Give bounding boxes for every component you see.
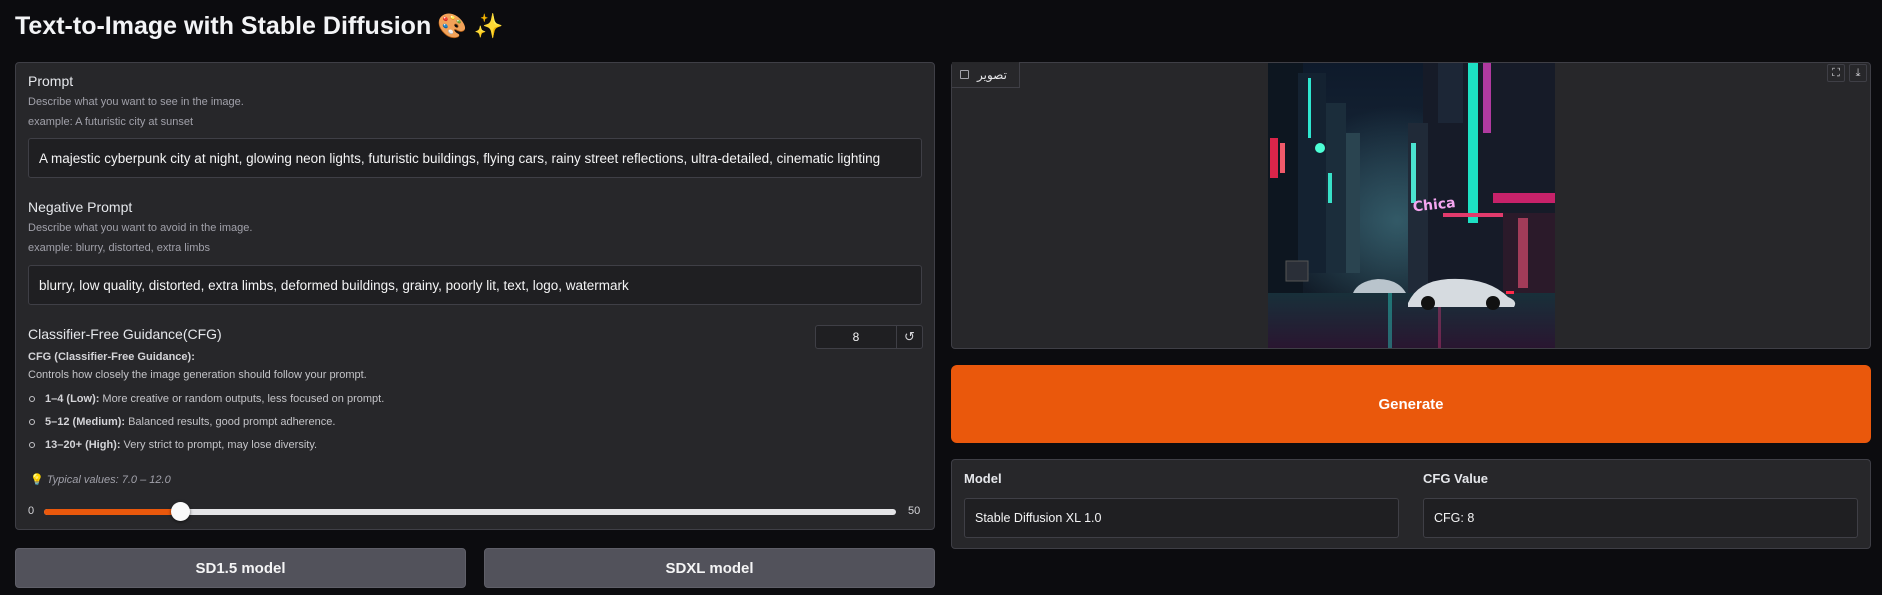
negative-prompt-input[interactable]: blurry, low quality, distorted, extra li…	[28, 265, 922, 305]
image-label-tag: تصوير	[952, 62, 1020, 88]
prompt-label: Prompt	[28, 73, 74, 89]
cfg-value-field[interactable]: CFG: 8	[1423, 498, 1858, 538]
prompt-example: example: A futuristic city at sunset	[28, 116, 194, 128]
download-icon[interactable]: ⤓	[1849, 64, 1867, 82]
generate-button[interactable]: Generate	[951, 365, 1871, 443]
cfg-label: Classifier-Free Guidance(CFG)	[28, 326, 222, 342]
cfg-heading: CFG (Classifier-Free Guidance):	[28, 351, 195, 363]
fullscreen-icon[interactable]: ⛶	[1827, 64, 1845, 82]
cfg-description: Controls how closely the image generatio…	[28, 369, 367, 381]
negative-prompt-hint: Describe what you want to avoid in the i…	[28, 222, 253, 234]
cfg-bullet-low: 1–4 (Low): More creative or random output…	[28, 393, 384, 405]
reset-icon[interactable]: ↺	[896, 326, 922, 348]
palette-sparkles-icon: 🎨 ✨	[437, 13, 504, 40]
page-title: Text-to-Image with Stable Diffusion 🎨 ✨	[15, 12, 504, 41]
sdxl-model-button[interactable]: SDXL model	[484, 548, 935, 588]
slider-max-label: 50	[908, 505, 921, 517]
cfg-tip: 💡 Typical values: 7.0 – 12.0	[30, 474, 171, 486]
cfg-slider-fill	[44, 509, 181, 515]
image-output-panel: Chica	[951, 62, 1871, 349]
prompt-hint: Describe what you want to see in the ima…	[28, 96, 244, 108]
image-icon	[960, 70, 969, 79]
bullet-icon	[29, 442, 35, 448]
bullet-icon	[29, 396, 35, 402]
model-label: Model	[964, 471, 1002, 486]
prompt-input[interactable]: A majestic cyberpunk city at night, glow…	[28, 138, 922, 178]
cfg-number-value[interactable]: 8	[816, 326, 896, 348]
page-title-text: Text-to-Image with Stable Diffusion	[15, 12, 432, 40]
cfg-bullet-high: 13–20+ (High): Very strict to prompt, may…	[28, 439, 317, 451]
cfg-value-label: CFG Value	[1423, 471, 1489, 486]
generated-image: Chica	[1268, 63, 1555, 348]
slider-min-label: 0	[28, 505, 35, 517]
bullet-icon	[29, 419, 35, 425]
cfg-bullet-medium: 5–12 (Medium): Balanced results, good pro…	[28, 416, 335, 428]
lightbulb-icon: 💡	[30, 474, 44, 486]
negative-prompt-example: example: blurry, distorted, extra limbs	[28, 242, 210, 254]
negative-prompt-label: Negative Prompt	[28, 199, 133, 215]
sd15-model-button[interactable]: SD1.5 model	[15, 548, 466, 588]
cfg-number-input[interactable]: 8 ↺	[815, 325, 923, 349]
model-field[interactable]: Stable Diffusion XL 1.0	[964, 498, 1399, 538]
